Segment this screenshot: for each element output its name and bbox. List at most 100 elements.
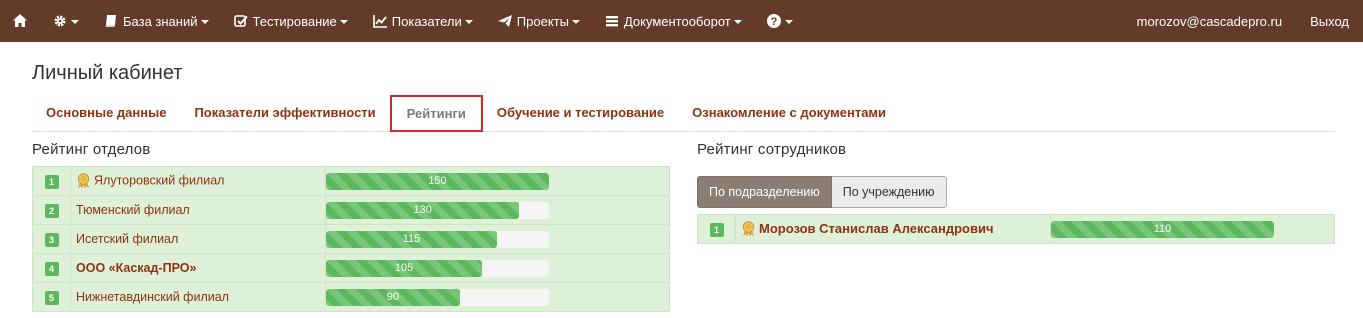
gear-icon	[54, 15, 66, 27]
name-cell: Ялуторовский филиал	[70, 166, 326, 196]
logout-link[interactable]: Выход	[1296, 0, 1363, 42]
rating-name-link[interactable]: Нижнетавдинский филиал	[76, 290, 229, 304]
name-cell: Нижнетавдинский филиал	[70, 282, 326, 312]
score-cell: 130	[325, 195, 670, 225]
caret-down-icon	[71, 20, 79, 24]
nav-projects[interactable]: Проекты	[485, 0, 592, 42]
departments-rating-table: 1 Ялуторовский филиал 150 2 Тюменский филиал…	[32, 166, 670, 312]
tab-2[interactable]: Показатели эффективности	[180, 95, 389, 131]
score-progress-bar: 115	[326, 230, 549, 248]
list-icon	[605, 16, 618, 27]
profile-tabs: Основные данные Показатели эффективности Р…	[32, 95, 1335, 132]
score-cell: 90	[325, 282, 670, 312]
rating-row: 2 Тюменский филиал 130	[32, 195, 670, 225]
score-cell: 110	[1050, 214, 1335, 244]
score-progress-bar: 90	[326, 288, 549, 306]
rating-row: 4 ООО «Каскад-ПРО» 105	[32, 253, 670, 283]
paper-plane-icon	[497, 15, 512, 27]
caret-down-icon	[200, 20, 209, 24]
nav-projects-label: Проекты	[516, 13, 569, 29]
rating-name-link[interactable]: Ялуторовский филиал	[94, 173, 224, 187]
rank-cell: 2	[32, 195, 71, 225]
rating-name-link[interactable]: Морозов Станислав Александрович	[759, 221, 994, 236]
nav-documents[interactable]: Документооборот	[592, 0, 754, 42]
medal-icon	[77, 173, 90, 189]
score-cell: 115	[325, 224, 670, 254]
tab-1[interactable]: Основные данные	[32, 95, 180, 131]
nav-testing[interactable]: Тестирование	[221, 0, 360, 42]
svg-text:?: ?	[770, 16, 777, 28]
tab-5[interactable]: Ознакомление с документами	[678, 95, 900, 131]
tab-4[interactable]: Обучение и тестирование	[483, 95, 678, 131]
score-progress-bar: 150	[326, 172, 549, 190]
nav-settings[interactable]	[40, 0, 91, 42]
user-email-link[interactable]: morozov@cascadepro.ru	[1123, 0, 1296, 42]
rank-badge: 1	[709, 222, 724, 237]
departments-rating-panel: Рейтинг отделов 1 Ялуторовский филиал 150 2…	[32, 140, 670, 312]
rank-badge: 3	[44, 232, 59, 247]
rating-row: 1 Морозов Станислав Александрович 110	[697, 214, 1335, 244]
nav-documents-label: Документооборот	[623, 13, 731, 29]
caret-down-icon	[571, 20, 580, 24]
book-icon	[105, 15, 116, 27]
rank-cell: 3	[32, 224, 71, 254]
rank-cell: 4	[32, 253, 71, 283]
caret-down-icon	[339, 20, 348, 24]
filter-by-department-button[interactable]: По подразделению	[697, 176, 832, 208]
filter-by-organization-button[interactable]: По учреждению	[831, 176, 947, 208]
employee-filter-group: По подразделению По учреждению	[697, 176, 1335, 208]
score-cell: 105	[325, 253, 670, 283]
rank-badge: 4	[44, 261, 59, 276]
rating-row: 1 Ялуторовский филиал 150	[32, 166, 670, 196]
nav-user-area: morozov@cascadepro.ru Выход	[1123, 0, 1363, 42]
tab-3[interactable]: Рейтинги	[389, 95, 483, 132]
name-cell: Морозов Станислав Александрович	[735, 214, 1051, 244]
page-content: Личный кабинет Основные данные Показатели…	[0, 60, 1363, 312]
line-chart-icon	[372, 15, 387, 28]
home-icon	[13, 14, 27, 27]
score-progress-fill: 130	[326, 201, 520, 219]
nav-indicators-label: Показатели	[391, 13, 462, 29]
checkbox-icon	[233, 15, 248, 27]
nav-indicators[interactable]: Показатели	[360, 0, 485, 42]
rating-name-link[interactable]: ООО «Каскад-ПРО»	[76, 261, 196, 275]
rating-name-link[interactable]: Исетский филиал	[76, 232, 178, 246]
nav-home[interactable]	[0, 0, 40, 42]
score-progress-fill: 90	[326, 288, 460, 306]
rating-row: 3 Исетский филиал 115	[32, 224, 670, 254]
rank-cell: 1	[697, 214, 736, 244]
page-title: Личный кабинет	[32, 62, 183, 84]
nav-help[interactable]: ?	[754, 0, 805, 42]
score-progress-bar: 130	[326, 201, 549, 219]
caret-down-icon	[784, 20, 793, 24]
rank-badge: 2	[44, 203, 59, 218]
top-navbar: База знаний Тестирование Показатели Проекты…	[0, 0, 1363, 42]
employees-rating-title: Рейтинг сотрудников	[697, 141, 847, 158]
question-circle-icon: ?	[766, 14, 781, 28]
employees-rating-panel: Рейтинг сотрудников По подразделению По у…	[697, 140, 1335, 312]
score-progress-fill: 115	[326, 230, 497, 248]
departments-rating-title: Рейтинг отделов	[32, 141, 151, 158]
caret-down-icon	[464, 20, 473, 24]
score-progress-fill: 150	[326, 172, 549, 190]
rank-badge: 5	[44, 290, 59, 305]
score-progress-bar: 105	[326, 259, 549, 277]
medal-icon	[742, 221, 755, 237]
rating-name-link[interactable]: Тюменский филиал	[76, 203, 190, 217]
name-cell: Тюменский филиал	[70, 195, 326, 225]
rank-badge: 1	[44, 174, 59, 189]
score-progress-bar: 110	[1051, 220, 1274, 238]
name-cell: ООО «Каскад-ПРО»	[70, 253, 326, 283]
score-progress-fill: 110	[1051, 220, 1274, 238]
nav-testing-label: Тестирование	[252, 13, 337, 29]
rank-cell: 5	[32, 282, 71, 312]
employees-rating-table: 1 Морозов Станислав Александрович 110	[697, 214, 1335, 244]
name-cell: Исетский филиал	[70, 224, 326, 254]
score-progress-fill: 105	[326, 259, 483, 277]
nav-knowledge-base[interactable]: База знаний	[91, 0, 221, 42]
nav-knowledge-base-label: База знаний	[123, 13, 198, 29]
rank-cell: 1	[32, 166, 71, 196]
rating-row: 5 Нижнетавдинский филиал 90	[32, 282, 670, 312]
caret-down-icon	[733, 20, 742, 24]
score-cell: 150	[325, 166, 670, 196]
